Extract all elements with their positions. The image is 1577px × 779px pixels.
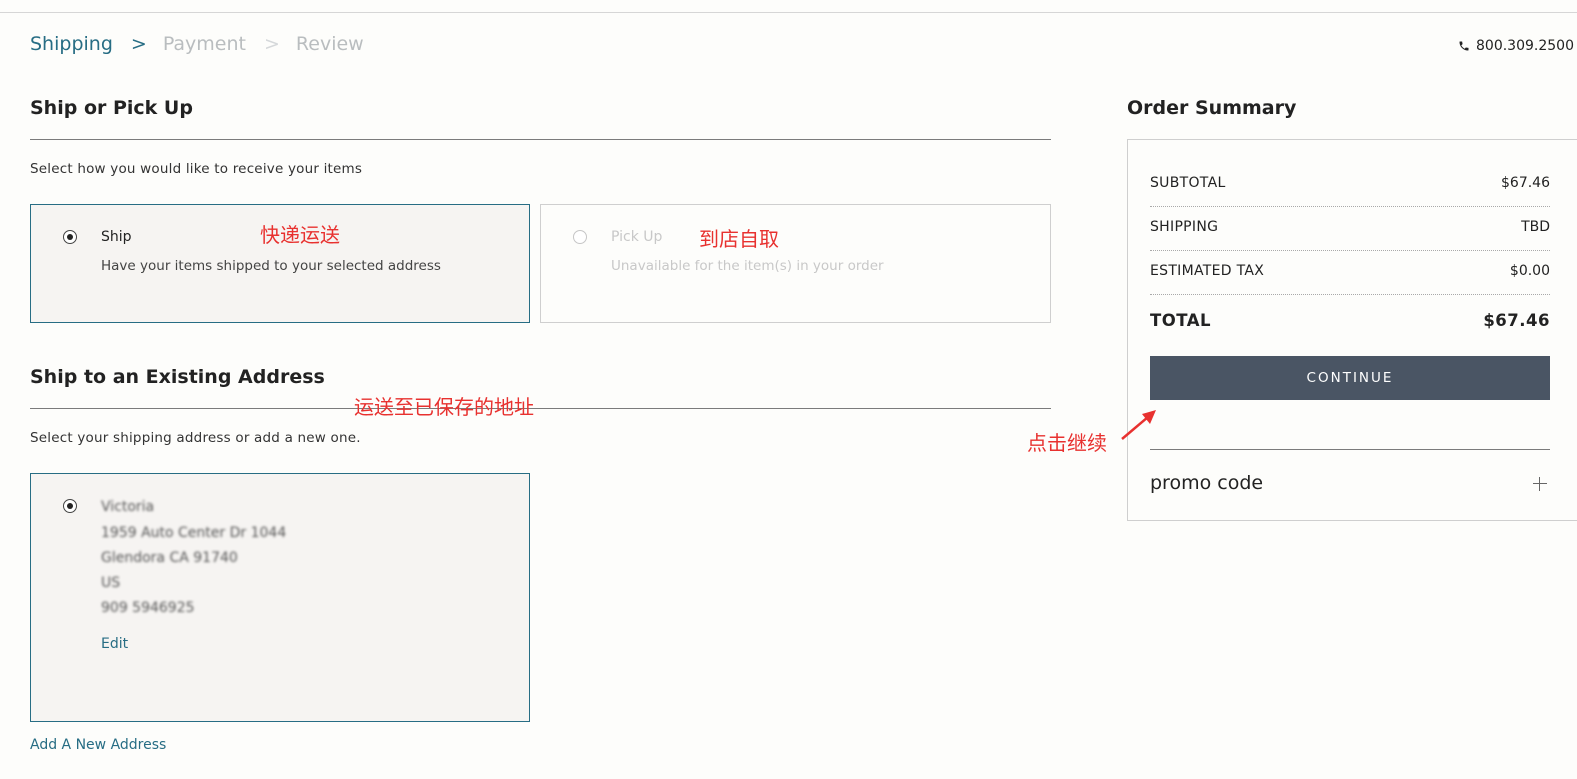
shipping-row: SHIPPING TBD: [1150, 219, 1550, 235]
ship-helper-text: Select how you would like to receive you…: [30, 161, 363, 177]
pickup-radio: [573, 230, 587, 244]
phone-icon: [1459, 41, 1469, 51]
order-summary-panel: SUBTOTAL $67.46 SHIPPING TBD ESTIMATED T…: [1127, 139, 1577, 521]
address-radio[interactable]: [63, 499, 77, 513]
promo-divider: [1150, 449, 1550, 450]
phone-contact[interactable]: 800.309.2500: [1458, 38, 1574, 54]
plus-icon[interactable]: [1533, 477, 1547, 491]
address-street: 1959 Auto Center Dr 1044: [101, 525, 287, 541]
existing-address-title: Ship to an Existing Address: [30, 366, 325, 388]
phone-number: 800.309.2500: [1476, 38, 1574, 54]
tax-row: ESTIMATED TAX $0.00: [1150, 263, 1550, 279]
annotation-pickup: 到店自取: [699, 227, 779, 251]
pickup-option-desc: Unavailable for the item(s) in your orde…: [611, 258, 884, 274]
row-divider: [1150, 294, 1550, 295]
step-payment: Payment: [162, 33, 246, 55]
subtotal-row: SUBTOTAL $67.46: [1150, 175, 1550, 191]
address-city: Glendora CA 91740: [101, 550, 238, 566]
total-label: TOTAL: [1150, 311, 1212, 330]
ship-option-title: Ship: [101, 229, 132, 245]
ship-radio[interactable]: [63, 230, 77, 244]
add-new-address-link[interactable]: Add A New Address: [30, 737, 166, 753]
annotation-address: 运送至已保存的地址: [354, 395, 534, 419]
annotation-continue: 点击继续: [1027, 431, 1107, 455]
top-divider: [0, 12, 1577, 13]
section-divider: [30, 139, 1051, 140]
subtotal-label: SUBTOTAL: [1150, 175, 1226, 191]
edit-address-link[interactable]: Edit: [101, 636, 128, 652]
breadcrumb-separator: >: [130, 33, 147, 55]
annotation-arrow-icon: [1121, 410, 1156, 440]
section-divider: [30, 408, 1051, 409]
tax-label: ESTIMATED TAX: [1150, 263, 1265, 279]
address-phone: 909 5946925: [101, 600, 195, 616]
tax-value: $0.00: [1509, 263, 1550, 279]
saved-address-card[interactable]: Victoria 1959 Auto Center Dr 1044 Glendo…: [30, 473, 530, 722]
subtotal-value: $67.46: [1501, 175, 1550, 191]
address-helper-text: Select your shipping address or add a ne…: [30, 430, 361, 446]
total-value: $67.46: [1483, 311, 1550, 330]
ship-option-desc: Have your items shipped to your selected…: [101, 258, 441, 274]
address-name: Victoria: [101, 499, 155, 515]
continue-button[interactable]: CONTINUE: [1150, 356, 1550, 400]
total-row: TOTAL $67.46: [1150, 311, 1550, 330]
step-shipping[interactable]: Shipping: [30, 33, 113, 55]
annotation-ship: 快递运送: [260, 223, 340, 247]
pickup-option: Pick Up Unavailable for the item(s) in y…: [540, 204, 1051, 323]
checkout-breadcrumb: Shipping > Payment > Review: [30, 33, 364, 55]
row-divider: [1150, 250, 1550, 251]
promo-code-toggle[interactable]: promo code: [1150, 472, 1263, 494]
shipping-value: TBD: [1521, 219, 1550, 235]
row-divider: [1150, 206, 1550, 207]
shipping-label: SHIPPING: [1150, 219, 1219, 235]
pickup-option-title: Pick Up: [611, 229, 663, 245]
breadcrumb-separator: >: [264, 33, 280, 55]
address-country: US: [101, 575, 121, 591]
order-summary-title: Order Summary: [1127, 97, 1297, 119]
ship-or-pickup-title: Ship or Pick Up: [30, 97, 193, 119]
step-review: Review: [295, 33, 364, 55]
